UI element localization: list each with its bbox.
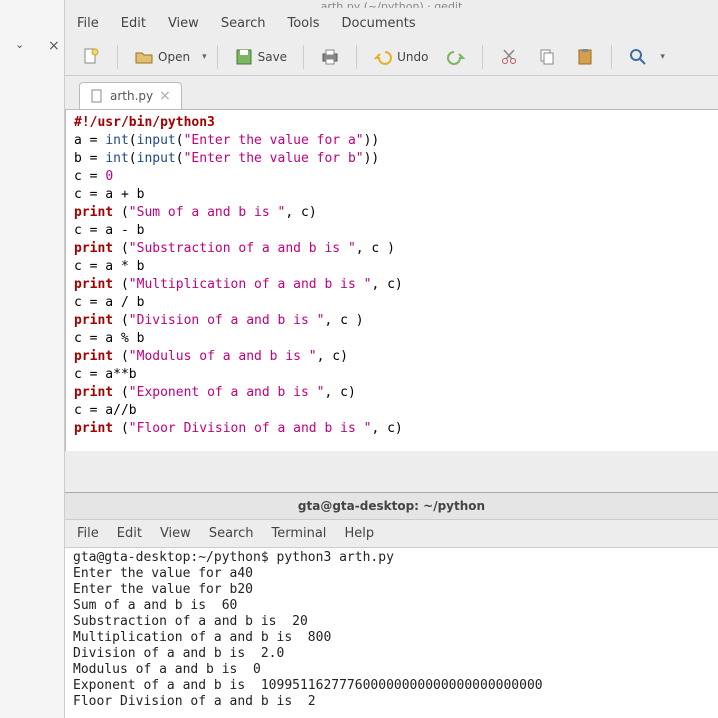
- clipboard-icon: [575, 47, 595, 67]
- code-line: c = a//b: [74, 403, 137, 418]
- code-line: print ("Modulus of a and b is ", c): [74, 349, 348, 364]
- term-line: Enter the value for a40: [73, 566, 253, 581]
- document-icon: [90, 89, 104, 103]
- term-menu-edit[interactable]: Edit: [117, 526, 142, 541]
- open-dropdown-icon[interactable]: ▾: [202, 52, 207, 62]
- menu-view[interactable]: View: [168, 16, 199, 31]
- separator: [303, 45, 304, 69]
- new-file-icon: [81, 47, 101, 67]
- term-line: Floor Division of a and b is 2: [73, 694, 316, 709]
- code-line: print ("Exponent of a and b is ", c): [74, 385, 356, 400]
- printer-icon: [320, 47, 340, 67]
- left-panel: ⌄ ×: [0, 0, 65, 718]
- undo-label: Undo: [397, 50, 428, 64]
- save-button[interactable]: Save: [228, 43, 293, 71]
- separator: [117, 45, 118, 69]
- code-line: c = a / b: [74, 295, 144, 310]
- term-menu-search[interactable]: Search: [209, 526, 254, 541]
- paste-button[interactable]: [569, 43, 601, 71]
- open-label: Open: [158, 50, 190, 64]
- menu-file[interactable]: File: [77, 16, 99, 31]
- code-line: c = a * b: [74, 259, 144, 274]
- separator: [217, 45, 218, 69]
- tab-close-icon[interactable]: ×: [159, 88, 171, 104]
- code-line: #!/usr/bin/python3: [74, 115, 215, 130]
- separator: [611, 45, 612, 69]
- code-line: c = a - b: [74, 223, 144, 238]
- term-line: Exponent of a and b is 10995116277760000…: [73, 678, 543, 693]
- term-line: Multiplication of a and b is 800: [73, 630, 331, 645]
- code-line: b = int(input("Enter the value for b")): [74, 151, 379, 166]
- code-line: print ("Substraction of a and b is ", c …: [74, 241, 395, 256]
- term-line: Sum of a and b is 60: [73, 598, 237, 613]
- menu-documents[interactable]: Documents: [342, 16, 416, 31]
- term-line: Modulus of a and b is 0: [73, 662, 261, 677]
- separator: [356, 45, 357, 69]
- undo-button[interactable]: Undo: [367, 43, 434, 71]
- term-menu-help[interactable]: Help: [344, 526, 374, 541]
- code-line: print ("Multiplication of a and b is ", …: [74, 277, 403, 292]
- code-line: c = a + b: [74, 187, 144, 202]
- term-menu-file[interactable]: File: [77, 526, 99, 541]
- code-line: print ("Sum of a and b is ", c): [74, 205, 317, 220]
- term-line: Division of a and b is 2.0: [73, 646, 284, 661]
- close-icon[interactable]: ×: [48, 38, 60, 54]
- menu-tools[interactable]: Tools: [287, 16, 319, 31]
- terminal-menubar: File Edit View Search Terminal Help: [65, 520, 718, 548]
- gedit-window: arth.py (~/python) · gedit File Edit Vie…: [65, 0, 718, 718]
- term-menu-terminal[interactable]: Terminal: [271, 526, 326, 541]
- search-dropdown-icon[interactable]: ▾: [660, 52, 665, 62]
- folder-open-icon: [134, 47, 154, 67]
- code-line: a = int(input("Enter the value for a")): [74, 133, 379, 148]
- new-file-button[interactable]: [75, 43, 107, 71]
- tab-label: arth.py: [110, 89, 153, 103]
- open-button[interactable]: Open: [128, 43, 196, 71]
- copy-button[interactable]: [531, 43, 563, 71]
- terminal-window: gta@gta-desktop: ~/python File Edit View…: [65, 492, 718, 718]
- code-line: print ("Floor Division of a and b is ", …: [74, 421, 403, 436]
- code-editor[interactable]: #!/usr/bin/python3 a = int(input("Enter …: [65, 109, 718, 451]
- search-button[interactable]: [622, 43, 654, 71]
- terminal-output[interactable]: gta@gta-desktop:~/python$ python3 arth.p…: [65, 548, 718, 718]
- search-icon: [628, 47, 648, 67]
- redo-icon: [446, 47, 466, 67]
- term-line: Substraction of a and b is 20: [73, 614, 308, 629]
- cut-button[interactable]: [493, 43, 525, 71]
- undo-icon: [373, 47, 393, 67]
- tab-bar: arth.py ×: [65, 76, 718, 109]
- chevron-down-icon[interactable]: ⌄: [15, 38, 24, 51]
- window-title: arth.py (~/python) · gedit: [65, 0, 718, 8]
- code-line: c = a**b: [74, 367, 137, 382]
- separator: [482, 45, 483, 69]
- terminal-title: gta@gta-desktop: ~/python: [65, 493, 718, 520]
- save-label: Save: [258, 50, 287, 64]
- menu-search[interactable]: Search: [221, 16, 266, 31]
- term-line: Enter the value for b20: [73, 582, 253, 597]
- scissors-icon: [499, 47, 519, 67]
- gedit-toolbar: Open ▾ Save Undo: [65, 39, 718, 76]
- print-button[interactable]: [314, 43, 346, 71]
- copy-icon: [537, 47, 557, 67]
- code-line: c = a % b: [74, 331, 144, 346]
- code-line: c = 0: [74, 169, 113, 184]
- term-menu-view[interactable]: View: [160, 526, 191, 541]
- term-line: gta@gta-desktop:~/python$ python3 arth.p…: [73, 550, 394, 565]
- menu-edit[interactable]: Edit: [121, 16, 146, 31]
- save-icon: [234, 47, 254, 67]
- code-line: print ("Division of a and b is ", c ): [74, 313, 364, 328]
- gedit-menubar: File Edit View Search Tools Documents: [65, 8, 718, 39]
- redo-button[interactable]: [440, 43, 472, 71]
- tab-arth-py[interactable]: arth.py ×: [79, 82, 182, 109]
